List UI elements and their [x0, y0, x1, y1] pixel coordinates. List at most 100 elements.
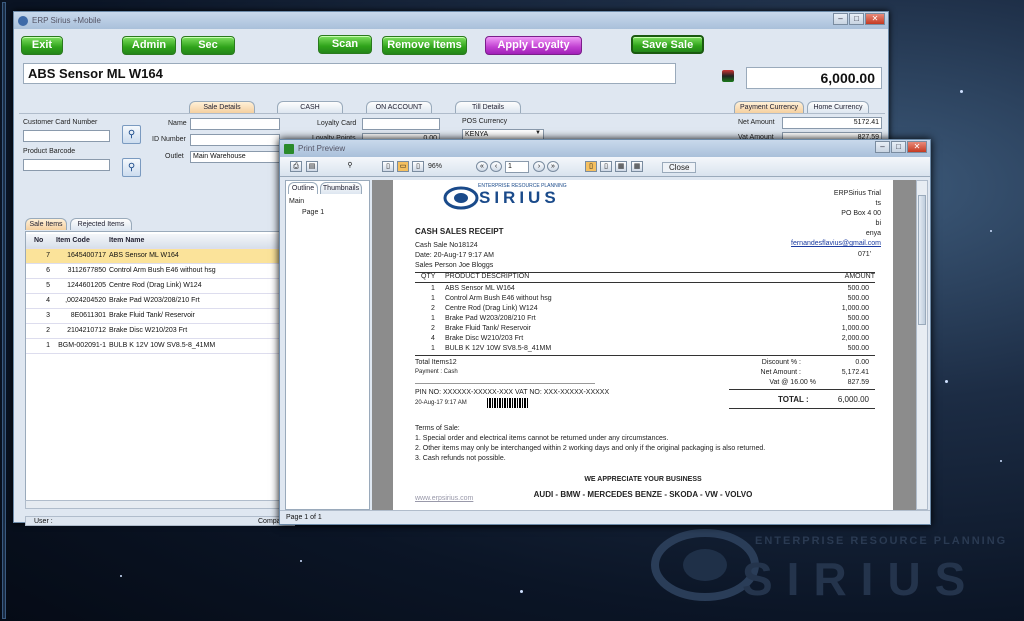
- first-page-icon[interactable]: «: [476, 161, 488, 172]
- net-amount-label: Net Amount :: [760, 369, 801, 376]
- four-page-view-icon[interactable]: ▦: [615, 161, 627, 172]
- prev-page-icon[interactable]: ‹: [490, 161, 502, 172]
- table-row[interactable]: 4 ,0024204520 Brake Pad W203/208/210 Frt: [26, 294, 294, 309]
- tab-thumbnails[interactable]: Thumbnails: [320, 182, 362, 194]
- table-row[interactable]: 2 2104210712 Brake Disc W210/203 Frt: [26, 324, 294, 339]
- current-item-title: ABS Sensor ML W164: [23, 63, 676, 84]
- company-line-4: bi: [875, 220, 881, 227]
- table-row[interactable]: 7 1645400717 ABS Sensor ML W164: [26, 249, 294, 264]
- company-email-link[interactable]: fernandesflavius@gmail.com: [791, 240, 881, 247]
- tab-payment-currency[interactable]: Payment Currency: [734, 101, 804, 113]
- print-icon[interactable]: ⎙: [290, 161, 302, 172]
- find-icon[interactable]: ⚲: [344, 161, 356, 172]
- column-header-item-code[interactable]: Item Code: [56, 234, 90, 248]
- page-width-icon[interactable]: ▯: [412, 161, 424, 172]
- kenya-flag-icon: [722, 70, 734, 82]
- outlet-select[interactable]: Main Warehouse: [190, 151, 280, 163]
- close-preview-button[interactable]: Close: [662, 162, 697, 173]
- close-icon[interactable]: ✕: [865, 13, 885, 25]
- table-row[interactable]: 6 3112677850 Control Arm Bush E46 withou…: [26, 264, 294, 279]
- loyalty-card-input[interactable]: [362, 118, 440, 130]
- company-name: ERPSirius Trial: [833, 190, 881, 197]
- scan-button[interactable]: Scan: [318, 35, 372, 54]
- row-item-code: 2104210712: [67, 327, 106, 334]
- horizontal-scrollbar[interactable]: [25, 500, 295, 509]
- multi-page-view-icon[interactable]: ▦: [631, 161, 643, 172]
- vertical-scrollbar[interactable]: [916, 180, 928, 510]
- last-page-icon[interactable]: »: [547, 161, 559, 172]
- main-titlebar[interactable]: ERP Sirius +Mobile: [14, 12, 888, 29]
- column-header-item-name[interactable]: Item Name: [109, 234, 144, 248]
- minimize-icon[interactable]: –: [875, 141, 890, 153]
- next-page-icon[interactable]: ›: [533, 161, 545, 172]
- loyalty-card-label: Loyalty Card: [317, 120, 357, 127]
- binoculars-icon[interactable]: ⚲: [122, 125, 141, 144]
- zoom-value[interactable]: 96%: [428, 163, 442, 170]
- maximize-icon[interactable]: □: [849, 13, 864, 25]
- tab-till-details[interactable]: Till Details: [455, 101, 521, 113]
- name-label: Name: [168, 120, 187, 127]
- company-po-box: PO Box 4 00: [841, 210, 881, 217]
- row-item-code: 1645400717: [67, 252, 106, 259]
- row-item-name: Brake Pad W203/208/210 Frt: [109, 297, 200, 304]
- minimize-icon[interactable]: –: [833, 13, 848, 25]
- remove-items-button[interactable]: Remove Items: [382, 36, 467, 55]
- preview-canvas: ENTERPRISE RESOURCE PLANNING SIRIUS ERPS…: [372, 180, 918, 510]
- divider: [729, 408, 875, 409]
- exit-button[interactable]: Exit: [21, 36, 63, 55]
- tab-sale-details[interactable]: Sale Details: [189, 101, 255, 113]
- print-preview-titlebar[interactable]: Print Preview: [280, 140, 930, 157]
- line-description: Centre Rod (Drag Link) W124: [445, 305, 538, 312]
- apply-loyalty-button[interactable]: Apply Loyalty: [485, 36, 582, 55]
- close-icon[interactable]: ✕: [907, 141, 927, 153]
- binoculars-icon[interactable]: ⚲: [122, 158, 141, 177]
- row-no: 6: [46, 267, 50, 274]
- one-page-view-icon[interactable]: ▯: [585, 161, 597, 172]
- table-row[interactable]: 3 8E0611301 Brake Fluid Tank/ Reservoir: [26, 309, 294, 324]
- receipt-logo: SIRIUS: [479, 188, 560, 207]
- website-link[interactable]: www.erpsirius.com: [415, 495, 473, 502]
- scrollbar-thumb[interactable]: [918, 195, 926, 325]
- product-barcode-input[interactable]: [23, 159, 110, 171]
- tab-rejected-items[interactable]: Rejected Items: [70, 218, 132, 230]
- customer-card-label: Customer Card Number: [23, 119, 98, 126]
- tab-sale-items[interactable]: Sale Items: [25, 218, 67, 230]
- two-page-view-icon[interactable]: ▯: [600, 161, 612, 172]
- row-item-name: BULB K 12V 10W SV8.5-8_41MM: [109, 342, 216, 349]
- table-row[interactable]: 1 BGM-002091-1 BULB K 12V 10W SV8.5-8_41…: [26, 339, 294, 354]
- grid-header: No Item Code Item Name: [26, 234, 294, 249]
- outline-panel: Outline Thumbnails Main Page 1: [285, 180, 370, 510]
- chevron-down-icon[interactable]: ▼: [535, 130, 541, 136]
- id-number-input[interactable]: [190, 134, 280, 146]
- total-value: 6,000.00: [837, 395, 869, 404]
- outline-root[interactable]: Main: [289, 198, 304, 205]
- tab-home-currency[interactable]: Home Currency: [807, 101, 869, 113]
- name-input[interactable]: [190, 118, 280, 130]
- outline-page-1[interactable]: Page 1: [302, 209, 324, 216]
- divider: [415, 383, 595, 384]
- row-item-name: ABS Sensor ML W164: [109, 252, 179, 259]
- sale-date: Date: 20-Aug-17 9:17 AM: [415, 252, 494, 259]
- admin-button[interactable]: Admin: [122, 36, 176, 55]
- tab-on-account[interactable]: ON ACCOUNT: [366, 101, 432, 113]
- tab-cash[interactable]: CASH: [277, 101, 343, 113]
- print-setup-icon[interactable]: ▤: [306, 161, 318, 172]
- company-phone: 071': [857, 251, 871, 258]
- sales-person: Sales Person Joe Bloggs: [415, 262, 494, 269]
- zoom-mode-icon[interactable]: ▭: [397, 161, 409, 172]
- customer-card-input[interactable]: [23, 130, 110, 142]
- print-preview-title: Print Preview: [298, 144, 346, 153]
- divider: [729, 389, 875, 390]
- table-row[interactable]: 5 1244601205 Centre Rod (Drag Link) W124: [26, 279, 294, 294]
- sec-button[interactable]: Sec: [181, 36, 235, 55]
- single-page-icon[interactable]: ▯: [382, 161, 394, 172]
- save-sale-button[interactable]: Save Sale: [631, 35, 704, 54]
- star: [1000, 460, 1002, 462]
- status-user: User :: [34, 518, 53, 525]
- column-header-no[interactable]: No: [34, 234, 43, 248]
- maximize-icon[interactable]: □: [891, 141, 906, 153]
- star: [520, 590, 523, 593]
- preview-app-icon: [284, 143, 294, 154]
- page-number-input[interactable]: 1: [505, 161, 529, 173]
- tab-outline[interactable]: Outline: [288, 182, 318, 194]
